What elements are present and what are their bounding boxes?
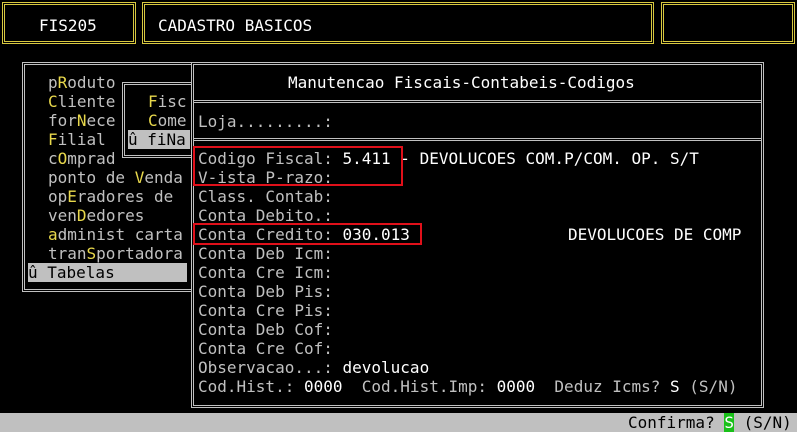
menu-item-filial[interactable]: Filial	[48, 130, 106, 149]
submenu-item-fisc[interactable]: Fisc	[148, 92, 187, 111]
conta-cre-icm-field[interactable]: Conta Cre Icm:	[198, 263, 333, 282]
class-contab-field[interactable]: Class. Contab:	[198, 187, 333, 206]
cod-hist-row[interactable]: Cod.Hist.: 0000 Cod.Hist.Imp: 0000 Deduz…	[198, 377, 737, 396]
menu-item-tabelas-selected[interactable]: û Tabelas	[28, 263, 187, 282]
cod-hist-value: 0000	[303, 377, 343, 396]
conta-deb-icm-field[interactable]: Conta Deb Icm:	[198, 244, 333, 263]
menu-item-operadores[interactable]: opEradores de	[48, 187, 173, 206]
menu-item-cliente[interactable]: Cliente	[48, 92, 115, 111]
highlight-conta-credito	[193, 223, 422, 245]
module-title: CADASTRO BASICOS	[158, 16, 313, 35]
loja-divider	[194, 138, 761, 141]
menu-item-transportadora[interactable]: tranSportadora	[48, 244, 183, 263]
deduz-value: S	[670, 377, 680, 396]
conta-deb-cof-field[interactable]: Conta Deb Cof:	[198, 320, 333, 339]
module-title-box: CADASTRO BASICOS	[142, 2, 654, 44]
conta-cre-cof-field[interactable]: Conta Cre Cof:	[198, 339, 333, 358]
observacao-row[interactable]: Observacao...: devolucao	[198, 358, 429, 377]
menu-item-comprad[interactable]: cOmprad	[48, 149, 115, 168]
header-empty-box	[661, 2, 795, 44]
conta-cre-pis-field[interactable]: Conta Cre Pis:	[198, 301, 333, 320]
highlight-codigo-fiscal	[193, 146, 403, 186]
menu-item-vendedores[interactable]: venDedores	[48, 206, 144, 225]
conta-deb-pis-field[interactable]: Conta Deb Pis:	[198, 282, 333, 301]
menu-item-ponto-venda[interactable]: ponto de Venda	[48, 168, 183, 187]
menu-item-administ-carta[interactable]: administ carta	[48, 225, 183, 244]
program-code: FIS205	[39, 16, 97, 35]
conta-credito-desc: DEVOLUCOES DE COMP	[568, 225, 742, 244]
cod-hist-imp-value: 0000	[496, 377, 536, 396]
status-bar: Confirma? S (S/N)	[0, 413, 797, 432]
menu-item-produto[interactable]: pRoduto	[48, 73, 115, 92]
submenu-item-come[interactable]: Come	[148, 111, 187, 130]
codigo-fiscal-desc: - DEVOLUCOES COM.P/COM. OP. S/T	[390, 149, 699, 168]
confirm-prompt[interactable]: Confirma? S (S/N)	[628, 413, 792, 432]
loja-field[interactable]: Loja.........:	[198, 112, 333, 131]
form-title: Manutencao Fiscais-Contabeis-Codigos	[288, 73, 635, 92]
menu-item-fornece[interactable]: forNece	[48, 111, 115, 130]
program-code-box: FIS205	[2, 2, 136, 44]
title-divider	[194, 100, 761, 103]
confirm-value: S	[724, 413, 734, 432]
submenu-item-fina-selected[interactable]: û fiNa	[128, 130, 190, 149]
observacao-value: devolucao	[342, 358, 430, 377]
